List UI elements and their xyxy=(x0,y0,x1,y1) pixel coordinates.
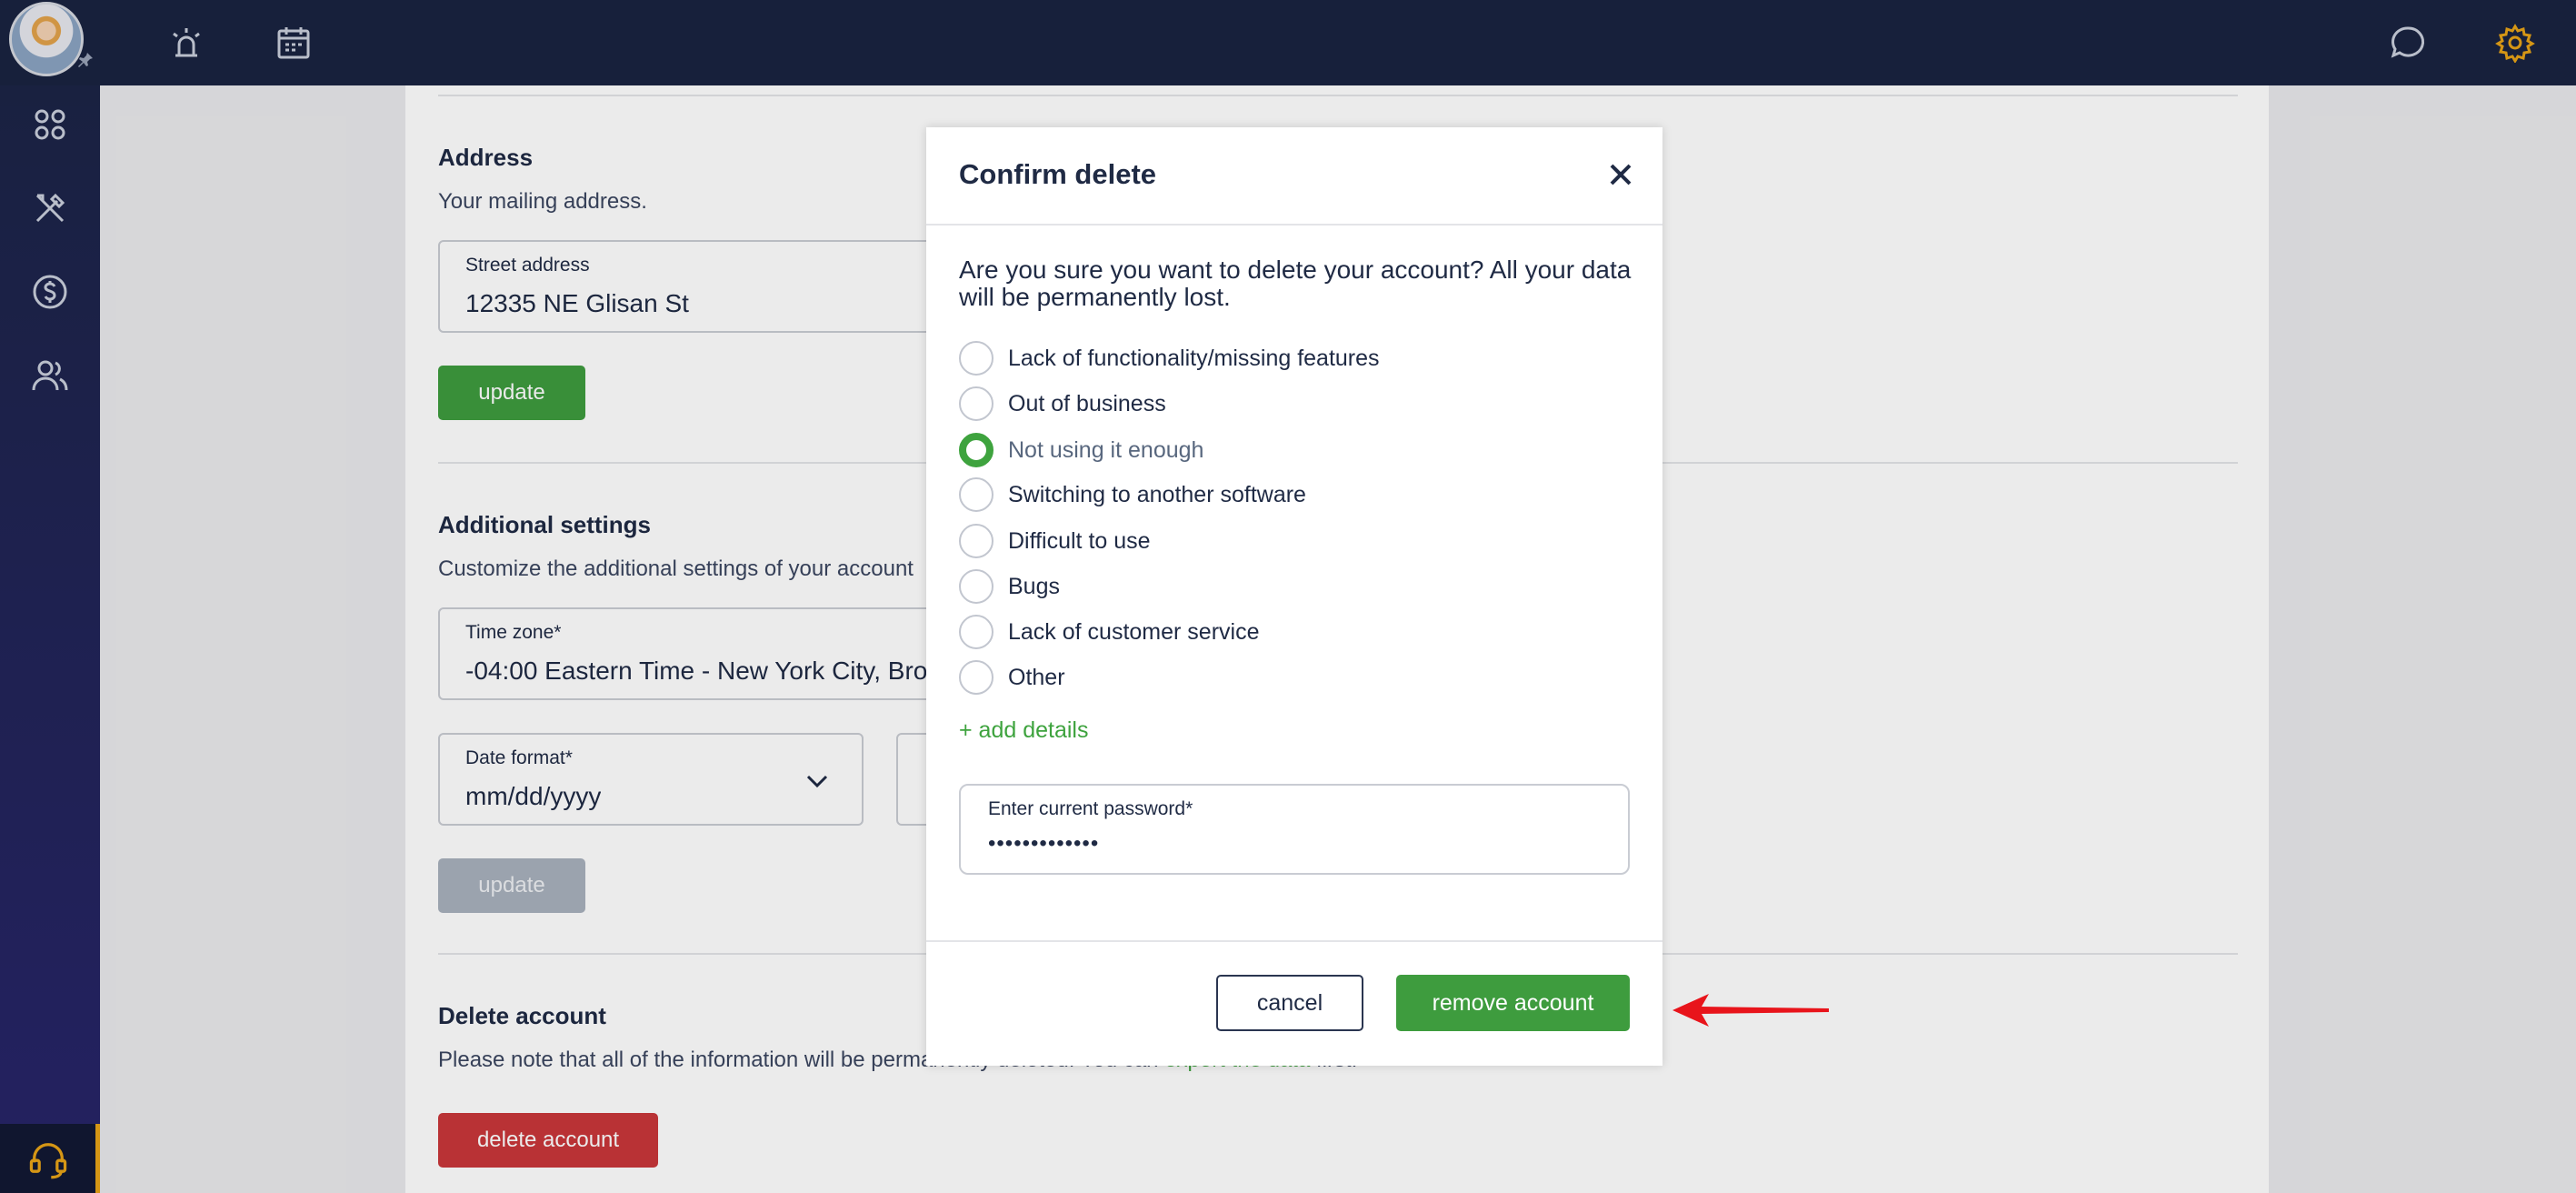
modal-title: Confirm delete xyxy=(959,158,1157,190)
confirm-delete-modal: Confirm delete Are you sure you want to … xyxy=(926,127,1662,1066)
reason-option[interactable]: Switching to another software xyxy=(959,476,1306,513)
reason-label: Other xyxy=(1008,664,1065,690)
reason-option[interactable]: Bugs xyxy=(959,568,1060,605)
reason-option-selected[interactable]: Not using it enough xyxy=(959,432,1203,468)
close-icon[interactable] xyxy=(1601,155,1641,195)
reason-option[interactable]: Difficult to use xyxy=(959,523,1151,559)
radio-button[interactable] xyxy=(959,524,993,558)
password-value: ••••••••••••• xyxy=(988,831,1100,856)
reason-label: Lack of customer service xyxy=(1008,618,1260,645)
reason-label: Lack of functionality/missing features xyxy=(1008,345,1380,371)
cancel-button[interactable]: cancel xyxy=(1216,975,1363,1031)
reason-option[interactable]: Other xyxy=(959,659,1065,696)
radio-button[interactable] xyxy=(959,386,993,421)
password-label: Enter current password* xyxy=(988,798,1193,819)
reason-label: Switching to another software xyxy=(1008,481,1306,507)
reason-label: Not using it enough xyxy=(1008,436,1204,463)
reason-label: Bugs xyxy=(1008,573,1060,599)
reason-option[interactable]: Lack of functionality/missing features xyxy=(959,340,1380,376)
reason-label: Difficult to use xyxy=(1008,527,1151,554)
confirm-question: Are you sure you want to delete your acc… xyxy=(959,256,1632,311)
reason-option[interactable]: Lack of customer service xyxy=(959,614,1260,650)
reason-option[interactable]: Out of business xyxy=(959,386,1166,422)
modal-divider xyxy=(926,940,1662,942)
radio-button[interactable] xyxy=(959,477,993,512)
reason-label: Out of business xyxy=(1008,390,1166,416)
radio-button[interactable] xyxy=(959,615,993,649)
add-details-link[interactable]: + add details xyxy=(959,717,1088,744)
radio-button[interactable] xyxy=(959,341,993,376)
modal-divider xyxy=(926,224,1662,226)
annotation-arrow xyxy=(1672,994,1829,1027)
radio-button[interactable] xyxy=(959,569,993,604)
current-password-field[interactable]: Enter current password* ••••••••••••• xyxy=(959,784,1630,875)
radio-button[interactable] xyxy=(959,660,993,695)
remove-account-button[interactable]: remove account xyxy=(1396,975,1630,1031)
radio-button-selected[interactable] xyxy=(959,433,993,467)
